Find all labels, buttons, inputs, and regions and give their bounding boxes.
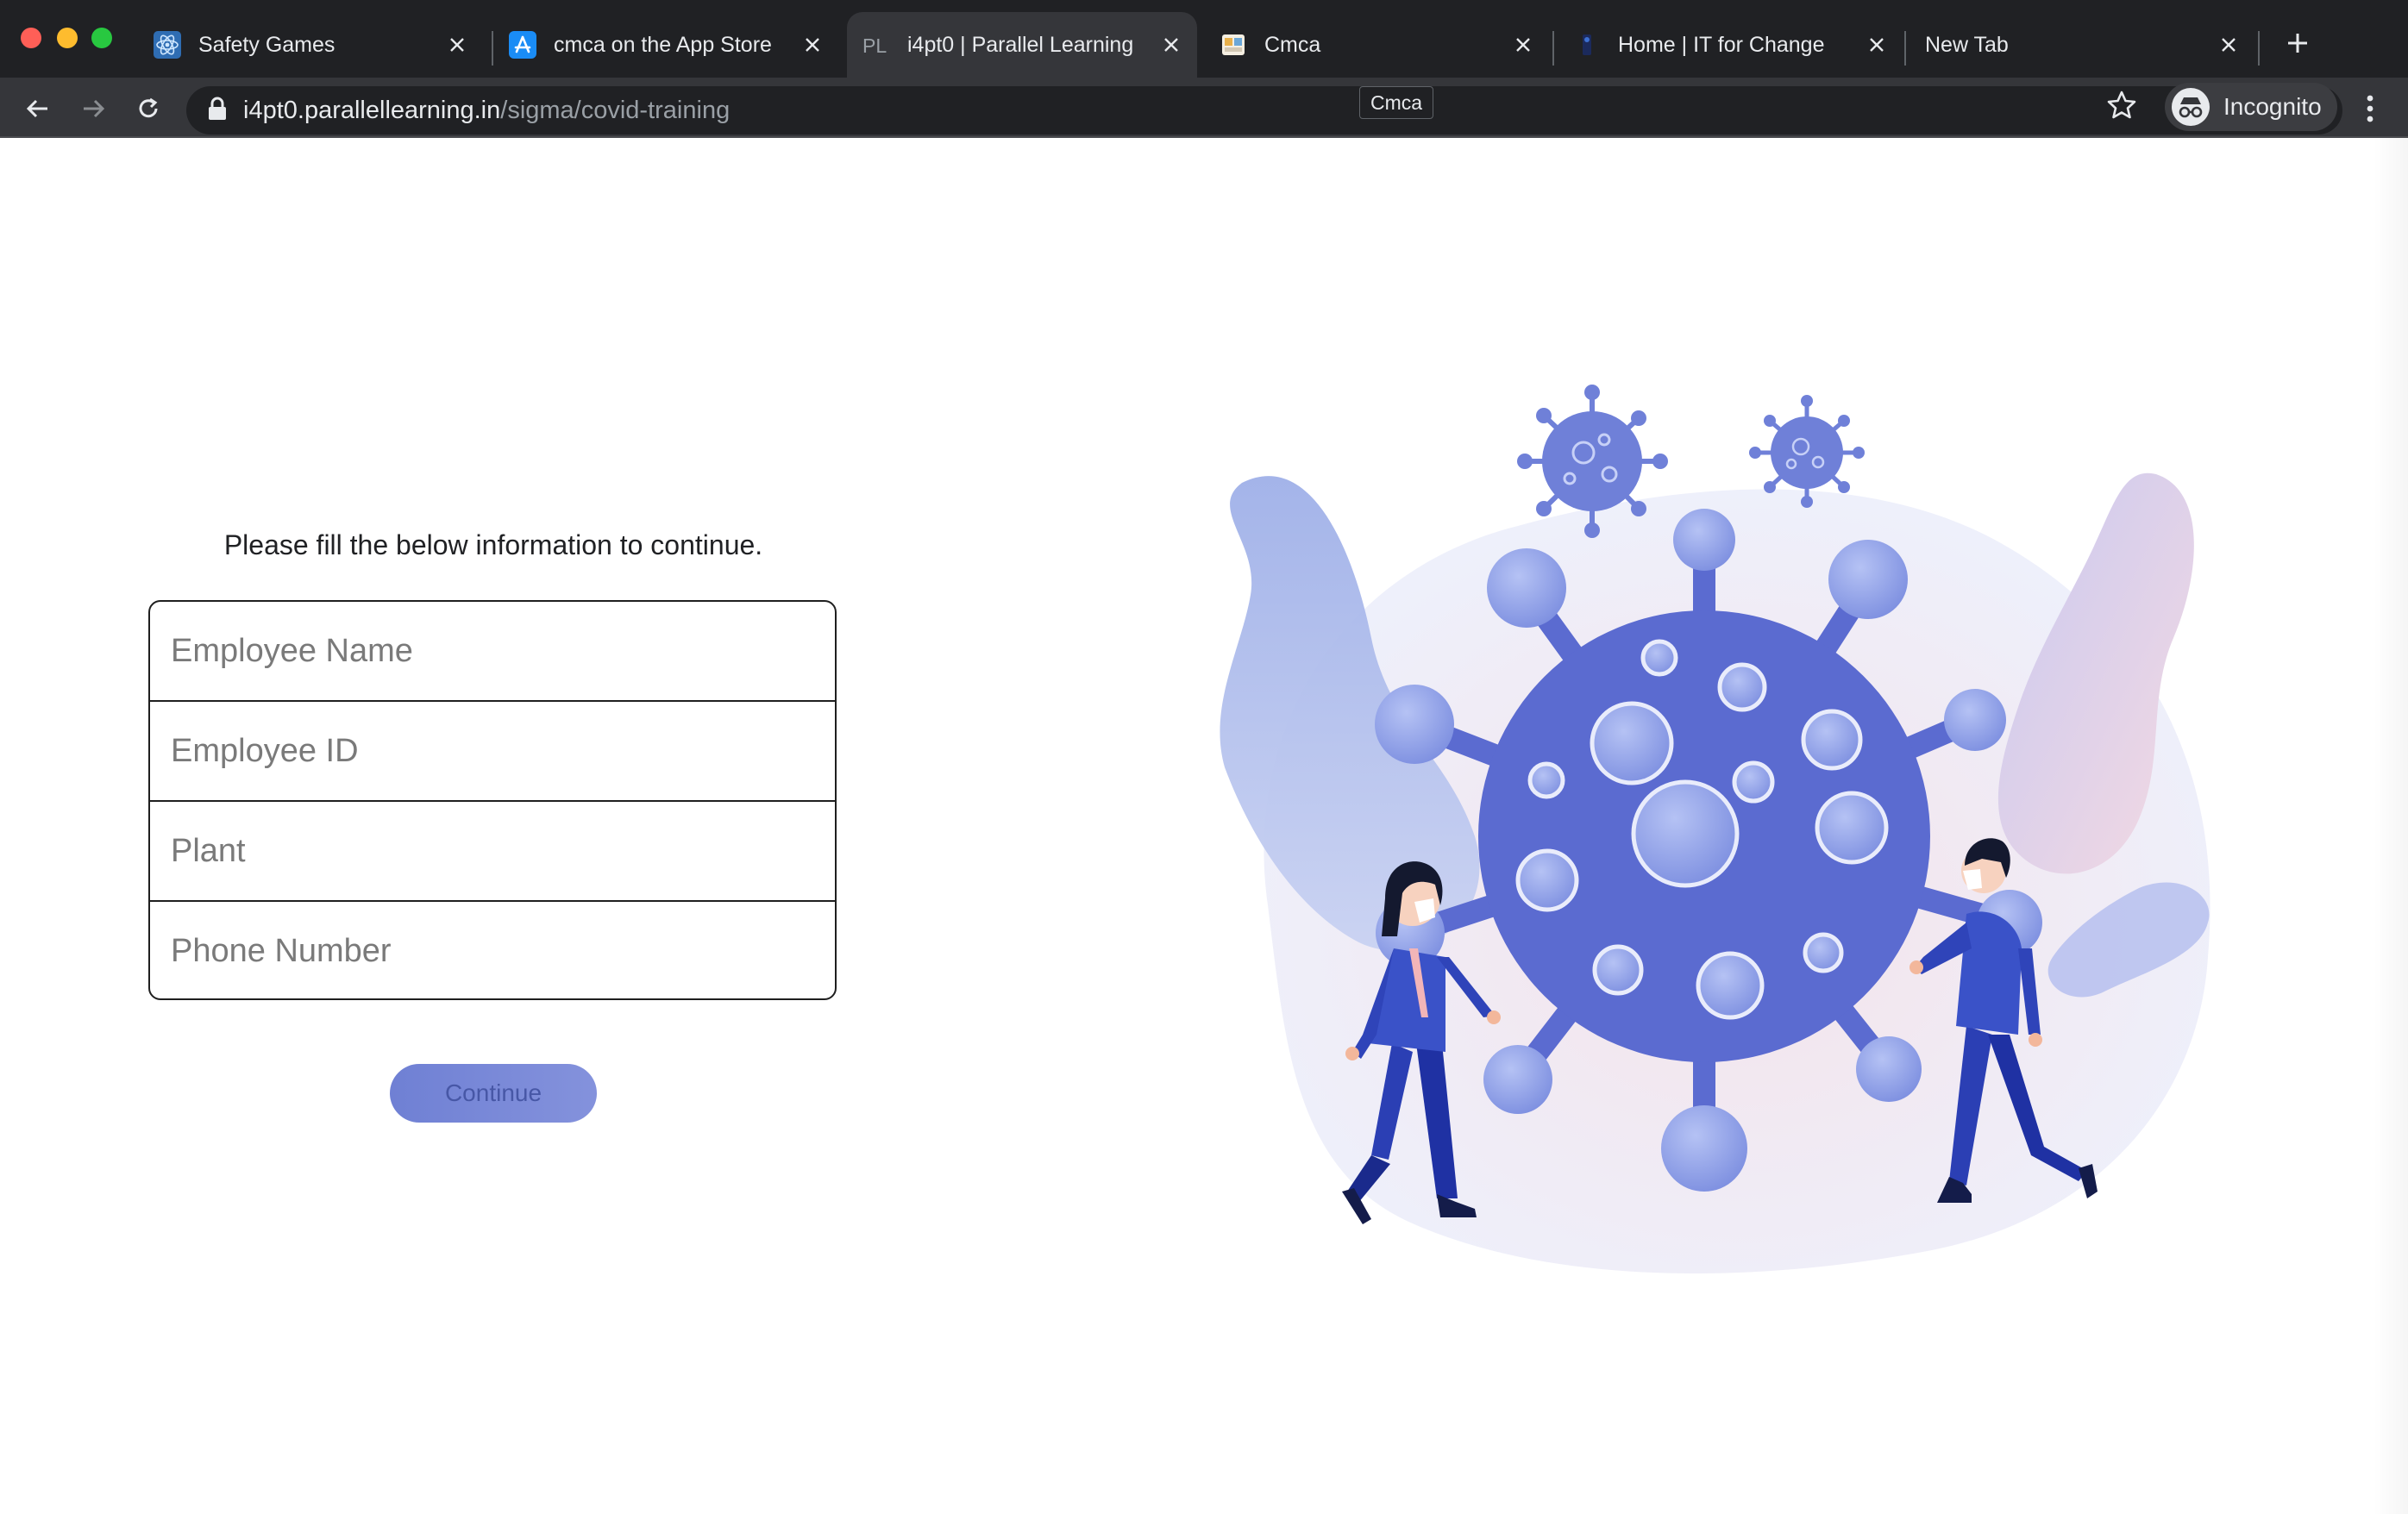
tab-cmca[interactable]: Cmca (1204, 12, 1549, 78)
close-icon[interactable] (442, 29, 473, 60)
tab-title: Cmca (1264, 32, 1321, 57)
close-window-button[interactable] (21, 28, 41, 48)
reload-button[interactable] (129, 90, 167, 128)
employee-form (148, 600, 837, 1000)
tab-divider (2258, 31, 2260, 66)
close-icon[interactable] (2213, 29, 2244, 60)
page-edge (2374, 138, 2408, 1514)
svg-text:PL: PL (862, 34, 887, 57)
itforchange-icon (1573, 31, 1601, 59)
continue-button[interactable]: Continue (390, 1064, 597, 1123)
tab-divider (1552, 31, 1554, 66)
close-icon[interactable] (1508, 29, 1539, 60)
employee-name-input[interactable] (150, 602, 835, 700)
zoom-window-button[interactable] (91, 28, 112, 48)
forward-button[interactable] (74, 90, 112, 128)
parallel-learning-icon: PL (862, 31, 890, 59)
tab-title: i4pt0 | Parallel Learning (907, 32, 1134, 57)
close-icon[interactable] (1156, 29, 1187, 60)
reload-icon (139, 97, 158, 118)
url-host: i4pt0.parallellearning.in (243, 97, 501, 124)
close-icon[interactable] (1861, 29, 1892, 60)
tab-title: Home | IT for Change (1618, 32, 1825, 57)
phone-number-input[interactable] (150, 902, 835, 998)
arrow-left-icon (26, 99, 47, 118)
plus-icon (2288, 34, 2307, 53)
tab-cmca-app-store[interactable]: cmca on the App Store (493, 12, 838, 78)
arrow-right-icon (84, 99, 105, 118)
app-store-icon (509, 31, 536, 59)
tab-strip: Safety Games cmca on the App Store PL i4… (0, 0, 2408, 90)
tab-safety-games[interactable]: Safety Games (138, 12, 483, 78)
tab-title: Safety Games (198, 32, 335, 57)
tab-it-for-change[interactable]: Home | IT for Change (1558, 12, 1903, 78)
tab-new-tab[interactable]: New Tab (1909, 12, 2254, 78)
close-icon[interactable] (797, 29, 828, 60)
incognito-profile-button[interactable]: Incognito (2165, 83, 2337, 131)
tab-divider (1904, 31, 1906, 66)
form-instruction: Please fill the below information to con… (223, 529, 763, 560)
new-tab-button[interactable] (2280, 26, 2315, 60)
tab-tooltip: Cmca (1359, 86, 1434, 119)
incognito-icon (2172, 88, 2210, 126)
tab-title: New Tab (1925, 32, 2009, 57)
lock-icon (209, 97, 226, 120)
covid-illustration (1220, 385, 2210, 1274)
minimize-window-button[interactable] (57, 28, 78, 48)
bookmark-star-icon[interactable] (2104, 88, 2139, 122)
cmca-icon (1220, 31, 1247, 59)
url-path: /sigma/covid-training (500, 97, 731, 124)
react-icon (154, 31, 181, 59)
incognito-label: Incognito (2223, 93, 2322, 120)
plant-input[interactable] (150, 802, 835, 900)
more-menu-icon[interactable] (2360, 90, 2380, 128)
back-button[interactable] (19, 90, 57, 128)
url-text[interactable]: i4pt0.parallellearning.in/sigma/covid-tr… (243, 91, 730, 129)
employee-id-input[interactable] (150, 702, 835, 800)
tab-title: cmca on the App Store (554, 32, 772, 57)
